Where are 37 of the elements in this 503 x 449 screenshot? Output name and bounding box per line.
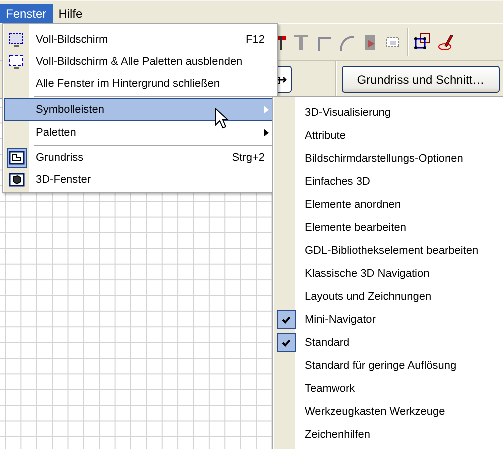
menu-item[interactable]: Layouts und Zeichnungen — [274, 285, 502, 308]
check-icon — [282, 316, 290, 324]
shortcut-label: Strg+2 — [232, 152, 266, 164]
menu-item[interactable]: GDL-Bibliothekselement bearbeiten — [274, 239, 502, 262]
menu-item[interactable]: Elemente bearbeiten — [274, 216, 502, 239]
menu-item[interactable]: Klassische 3D Navigation — [274, 262, 502, 285]
menu-item[interactable]: Bildschirmdarstellungs-Optionen — [274, 147, 502, 170]
menu-item[interactable]: Attribute — [274, 124, 502, 147]
submenu-arrow-icon — [264, 106, 269, 114]
full-screen-icon — [8, 31, 26, 49]
menu-item[interactable]: Standard für geringe Auflösung — [274, 354, 502, 377]
check-icon — [282, 338, 290, 346]
select-frame-icon[interactable] — [413, 32, 433, 52]
menu-item[interactable]: Elemente anordnen — [274, 193, 502, 216]
pen-icon[interactable] — [436, 32, 456, 52]
menu-title[interactable]: Fenster — [0, 4, 53, 23]
menu-item[interactable]: Alle Fenster im Hintergrund schließen — [4, 73, 276, 95]
menu-item[interactable]: Grundriss Strg+2 — [4, 147, 276, 169]
menu-item[interactable]: 3D-Fenster — [4, 169, 276, 191]
cube-window-icon — [9, 173, 25, 187]
menu-item[interactable]: Paletten — [4, 121, 276, 144]
menu-item[interactable]: Standard — [274, 331, 502, 354]
shortcut-label: F12 — [246, 34, 266, 46]
floor-plan-section-button[interactable]: Grundriss und Schnitt… — [342, 66, 500, 93]
menu-item[interactable]: Werkzeugkasten Werkzeuge — [274, 400, 502, 423]
dashed-screen-icon — [8, 53, 26, 71]
menu-item[interactable]: Mini-Navigator — [274, 308, 502, 331]
menu-item[interactable]: Einfaches 3D — [274, 170, 502, 193]
menu-item[interactable]: 3D-Visualisierung — [274, 101, 502, 124]
menu-title[interactable]: Hilfe — [52, 4, 89, 23]
menu-item[interactable]: Voll-Bildschirm & Alle Paletten ausblenden — [4, 51, 276, 73]
menu-item[interactable]: Zeichenhilfen — [274, 423, 502, 446]
submenu-arrow-icon — [264, 128, 269, 136]
cursor-icon — [215, 108, 229, 129]
menu-item[interactable]: Teamwork — [274, 377, 502, 400]
floor-plan-icon — [9, 151, 25, 165]
menu-item[interactable]: Voll-Bildschirm F12 — [4, 29, 276, 51]
